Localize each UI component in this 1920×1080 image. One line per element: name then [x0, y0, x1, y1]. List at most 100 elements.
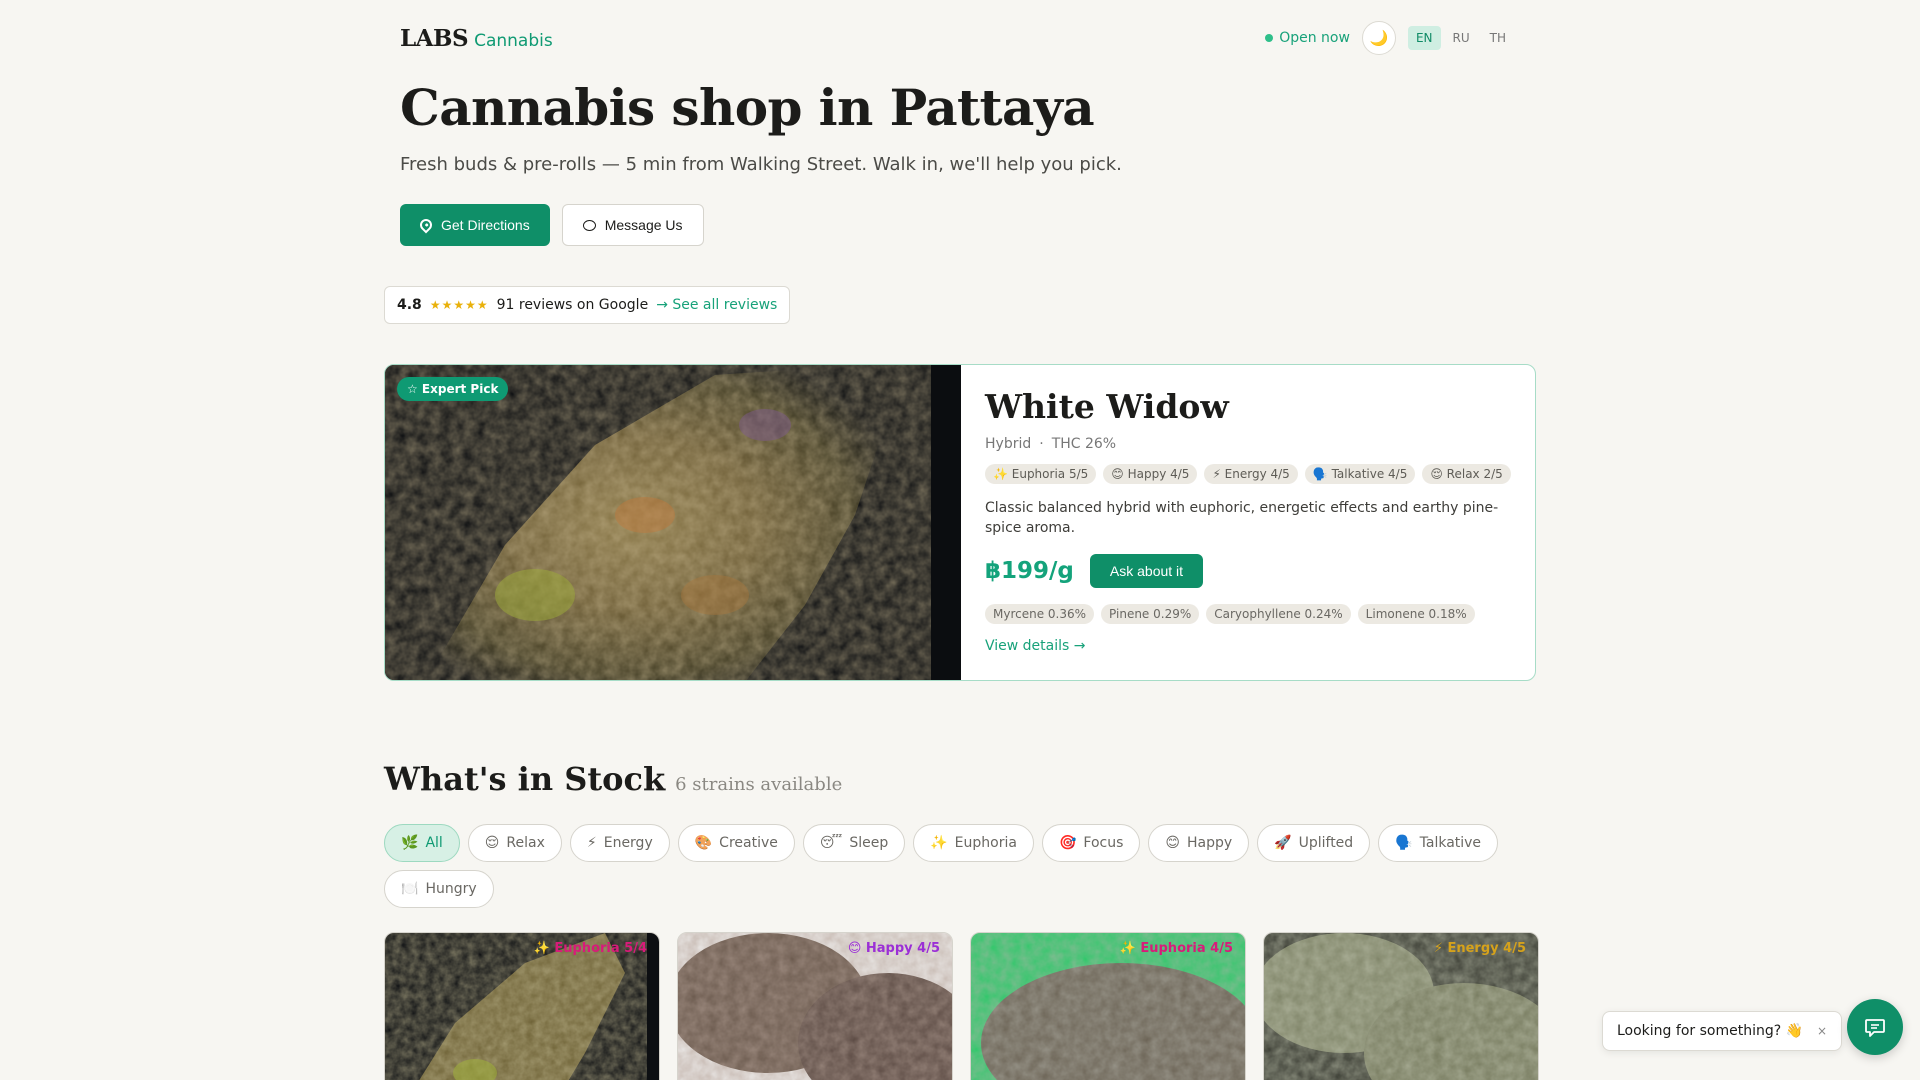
page-title: Cannabis shop in Pattaya — [400, 78, 1095, 137]
moon-icon: 🌙 — [1369, 29, 1389, 47]
get-directions-button[interactable]: Get Directions — [400, 204, 550, 246]
filter-hungry[interactable]: 🍽️ Hungry — [384, 870, 494, 908]
effect-filters: 🌿 All 😌 Relax ⚡ Energy 🎨 Creative 😴 Sleep ✨ Eu… — [384, 824, 1544, 908]
status-dot-icon — [1265, 34, 1274, 42]
hero-actions: Get Directions Message Us — [400, 204, 704, 246]
lang-ru-button[interactable]: RU — [1445, 26, 1478, 50]
site-header: LABS Cannabis Open now 🌙 EN RU TH — [400, 18, 1514, 58]
stock-title: What's in Stock — [384, 760, 666, 798]
chat-prompt-text: Looking for something? 👋 — [1617, 1023, 1804, 1039]
terpene-tag: Myrcene 0.36% — [985, 604, 1095, 624]
see-all-reviews-link[interactable]: → See all reviews — [656, 297, 777, 313]
effect-tag: ⚡ Energy 4/5 — [1204, 464, 1298, 484]
stock-heading: What's in Stock 6 strains available — [384, 760, 842, 798]
lang-en-button[interactable]: EN — [1407, 26, 1441, 50]
filter-euphoria[interactable]: ✨ Euphoria — [913, 824, 1034, 862]
sleeping-face-icon: 😴 — [819, 835, 843, 851]
relieved-face-icon: 😌 — [484, 835, 500, 851]
close-icon[interactable]: × — [1817, 1024, 1827, 1038]
smiley-icon: 😊 — [1165, 835, 1180, 851]
filter-label: Talkative — [1419, 835, 1482, 851]
product-card[interactable]: ✨ Euphoria 4/5 — [970, 932, 1246, 1080]
effect-tag: ✨ Euphoria 5/5 — [985, 464, 1097, 484]
strain-name: White Widow — [985, 387, 1229, 426]
effect-tag: 🗣️ Talkative 4/5 — [1304, 464, 1416, 484]
terpene-tag: Limonene 0.18% — [1357, 604, 1475, 624]
logo-main: LABS — [400, 24, 469, 52]
plate-icon: 🍽️ — [401, 881, 419, 897]
terpene-tag: Pinene 0.29% — [1101, 604, 1200, 624]
filter-label: Uplifted — [1298, 835, 1354, 851]
filter-uplifted[interactable]: 🚀 Uplifted — [1257, 824, 1371, 862]
featured-strain-card: ☆ Expert Pick White Widow Hybrid · THC 2… — [384, 364, 1536, 681]
theme-toggle-button[interactable]: 🌙 — [1361, 21, 1396, 55]
stock-count: 6 strains available — [675, 774, 843, 795]
strain-price: ฿199/g — [985, 558, 1074, 584]
rating-score: 4.8 — [397, 297, 422, 313]
google-rating: 4.8 ★★★★★ 91 reviews on Google → See all… — [384, 286, 791, 324]
open-chat-button[interactable] — [1847, 999, 1903, 1055]
get-directions-label: Get Directions — [441, 217, 530, 233]
strain-meta: Hybrid · THC 26% — [985, 436, 1511, 452]
featured-strain-details: White Widow Hybrid · THC 26% ✨ Euphoria … — [961, 365, 1535, 680]
message-us-button[interactable]: Message Us — [561, 204, 704, 246]
strain-type: Hybrid — [985, 436, 1032, 452]
filter-label: Creative — [719, 835, 778, 851]
meta-separator: · — [1039, 436, 1044, 452]
product-card[interactable]: ✨ Euphoria 5/4 — [384, 932, 660, 1080]
chat-bubble-icon — [582, 219, 596, 231]
filter-label: Relax — [506, 835, 545, 851]
rocket-icon: 🚀 — [1274, 835, 1292, 851]
product-card[interactable]: ⚡ Energy 4/5 — [1263, 932, 1539, 1080]
effect-tag: 😌 Relax 2/5 — [1422, 464, 1511, 484]
lang-th-button[interactable]: TH — [1482, 26, 1514, 50]
header-controls: Open now 🌙 EN RU TH — [1265, 21, 1514, 55]
terpene-tags: Myrcene 0.36% Pinene 0.29% Caryophyllene… — [985, 604, 1511, 624]
effect-tag: 😊 Happy 4/5 — [1103, 464, 1198, 484]
hero-subtitle: Fresh buds & pre-rolls — 5 min from Walk… — [400, 154, 1122, 175]
expert-pick-badge: ☆ Expert Pick — [397, 377, 509, 401]
product-effect-tag: 😊 Happy 4/5 — [847, 941, 940, 956]
palette-icon: 🎨 — [694, 835, 713, 851]
filter-creative[interactable]: 🎨 Creative — [677, 824, 795, 862]
ask-about-button[interactable]: Ask about it — [1089, 554, 1204, 588]
filter-energy[interactable]: ⚡ Energy — [569, 824, 670, 862]
filter-sleep[interactable]: 😴 Sleep — [802, 824, 906, 862]
product-effect-tag: ✨ Euphoria 5/4 — [533, 941, 647, 956]
product-effect-tag: ✨ Euphoria 4/5 — [1119, 941, 1233, 956]
product-card[interactable]: 😊 Happy 4/5 — [677, 932, 953, 1080]
sparkles-icon: ✨ — [930, 835, 948, 851]
product-effect-tag: ⚡ Energy 4/5 — [1433, 941, 1526, 956]
logo-sub: Cannabis — [474, 30, 553, 51]
filter-label: All — [425, 835, 443, 851]
strain-thc: THC 26% — [1051, 436, 1117, 452]
product-grid: ✨ Euphoria 5/4 😊 Happy 4/5 ✨ Euphoria 4/… — [384, 932, 1539, 1080]
filter-all[interactable]: 🌿 All — [384, 824, 460, 862]
open-status: Open now — [1265, 30, 1350, 46]
review-count: 91 reviews on Google — [496, 297, 649, 313]
chat-prompt-bubble[interactable]: Looking for something? 👋 × — [1602, 1011, 1843, 1051]
view-details-link[interactable]: View details → — [985, 638, 1086, 654]
filter-happy[interactable]: 😊 Happy — [1148, 824, 1250, 862]
terpene-tag: Caryophyllene 0.24% — [1206, 604, 1351, 624]
filter-relax[interactable]: 😌 Relax — [467, 824, 562, 862]
target-icon: 🎯 — [1058, 835, 1077, 851]
strain-description: Classic balanced hybrid with euphoric, e… — [985, 500, 1499, 536]
rating-stars-icon: ★★★★★ — [429, 298, 489, 312]
bud-photo — [385, 365, 961, 680]
filter-focus[interactable]: 🎯 Focus — [1041, 824, 1141, 862]
filter-label: Energy — [603, 835, 653, 851]
filter-label: Focus — [1083, 835, 1124, 851]
price-row: ฿199/g Ask about it — [985, 554, 1511, 588]
filter-label: Euphoria — [954, 835, 1017, 851]
chat-icon — [1865, 1019, 1885, 1037]
map-pin-icon — [417, 216, 435, 234]
filter-label: Sleep — [849, 835, 889, 851]
open-status-label: Open now — [1279, 30, 1350, 46]
logo[interactable]: LABS Cannabis — [400, 25, 553, 52]
filter-label: Happy — [1186, 835, 1233, 851]
speaking-head-icon: 🗣️ — [1395, 835, 1413, 851]
filter-talkative[interactable]: 🗣️ Talkative — [1378, 824, 1499, 862]
language-switcher: EN RU TH — [1407, 26, 1514, 50]
effect-tags: ✨ Euphoria 5/5 😊 Happy 4/5 ⚡ Energy 4/5 … — [985, 464, 1511, 484]
